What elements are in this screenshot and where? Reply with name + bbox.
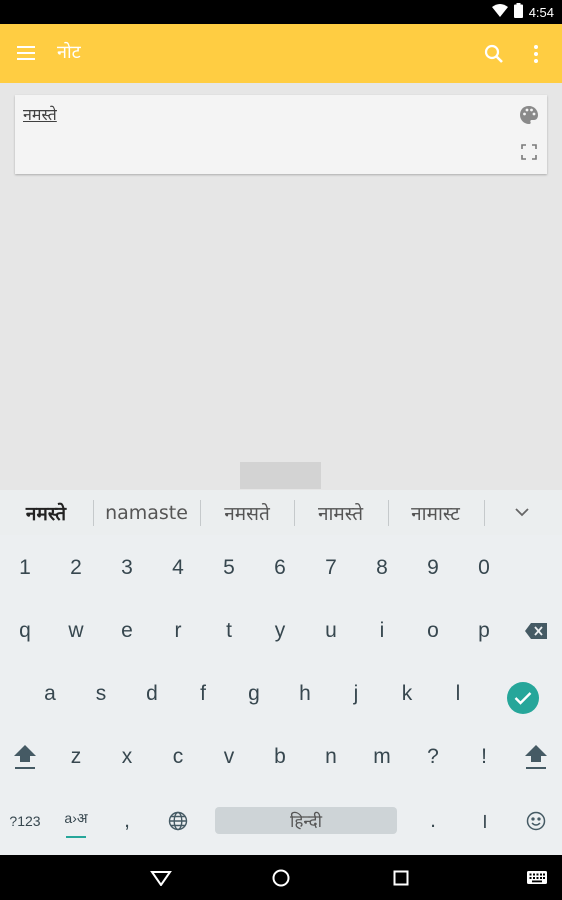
key[interactable]: r [158,610,198,652]
comma-key[interactable]: , [107,807,147,834]
suggestion-item[interactable]: नमस्ते [8,490,84,535]
key[interactable]: 9 [413,547,453,589]
key[interactable]: 8 [362,547,402,589]
key[interactable]: j [336,673,376,715]
key[interactable]: u [311,610,351,652]
suggestion-item[interactable]: नामास्ट [393,490,478,535]
divider [200,500,201,526]
drag-handle [240,462,321,489]
app-bar: नोट [0,24,562,83]
key[interactable]: ! [464,736,504,778]
expand-suggestions-icon[interactable] [508,490,536,535]
shift-key-right[interactable] [516,736,556,778]
key[interactable]: i [362,610,402,652]
key[interactable]: 5 [209,547,249,589]
key[interactable]: f [183,673,223,715]
symbols-key[interactable]: ?123 [3,807,47,834]
page-title: नोट [57,42,81,63]
danda-key[interactable]: । [464,807,504,834]
key[interactable]: z [56,736,96,778]
transliteration-active-indicator [66,836,86,838]
key[interactable]: 1 [5,547,45,589]
navigation-bar [0,855,562,900]
transliteration-key[interactable]: a›अ [53,805,99,832]
key[interactable]: l [438,673,478,715]
divider [294,500,295,526]
divider [93,500,94,526]
key[interactable]: e [107,610,147,652]
key[interactable]: n [311,736,351,778]
note-card[interactable]: नमस्ते [15,95,547,174]
status-bar: 4:54 [0,0,562,24]
key[interactable]: 7 [311,547,351,589]
globe-icon[interactable] [158,807,198,834]
key[interactable]: ? [413,736,453,778]
key[interactable]: h [285,673,325,715]
key[interactable]: y [260,610,300,652]
divider [388,500,389,526]
suggestion-item[interactable]: namaste [100,490,193,535]
divider [484,500,485,526]
note-text[interactable]: नमस्ते [23,103,57,125]
key[interactable]: t [209,610,249,652]
key[interactable]: q [5,610,45,652]
keyboard: 1 2 3 4 5 6 7 8 9 0 q w e r t y u i o p … [0,535,562,855]
key[interactable]: b [260,736,300,778]
enter-key[interactable] [507,682,539,714]
key[interactable]: v [209,736,249,778]
shift-key[interactable] [5,736,45,778]
key[interactable]: 2 [56,547,96,589]
key[interactable]: o [413,610,453,652]
key[interactable]: 3 [107,547,147,589]
key[interactable]: g [234,673,274,715]
status-time: 4:54 [528,4,554,20]
key[interactable]: 4 [158,547,198,589]
backspace-key[interactable] [516,610,556,652]
key[interactable]: k [387,673,427,715]
home-icon[interactable] [268,865,294,891]
period-key[interactable]: . [413,807,453,834]
more-options-icon[interactable] [525,41,547,67]
search-icon[interactable] [481,41,507,67]
key[interactable]: w [56,610,96,652]
key[interactable]: m [362,736,402,778]
back-icon[interactable] [148,865,174,891]
key[interactable]: 0 [464,547,504,589]
battery-icon [513,3,523,21]
emoji-icon[interactable] [516,807,556,834]
suggestion-item[interactable]: नमसते [205,490,289,535]
suggestion-item[interactable]: नामस्ते [298,490,383,535]
key[interactable]: x [107,736,147,778]
wifi-icon [491,3,508,21]
key[interactable]: 6 [260,547,300,589]
menu-icon[interactable] [13,40,39,66]
palette-icon[interactable] [518,104,540,126]
key[interactable]: a [30,673,70,715]
expand-icon[interactable] [520,143,538,161]
key[interactable]: d [132,673,172,715]
key[interactable]: s [81,673,121,715]
key[interactable]: p [464,610,504,652]
key[interactable]: c [158,736,198,778]
space-bar[interactable]: हिन्दी [215,807,397,834]
keyboard-switch-icon[interactable] [524,865,550,891]
suggestion-strip: नमस्ते namaste नमसते नामस्ते नामास्ट [0,490,562,535]
recents-icon[interactable] [388,865,414,891]
